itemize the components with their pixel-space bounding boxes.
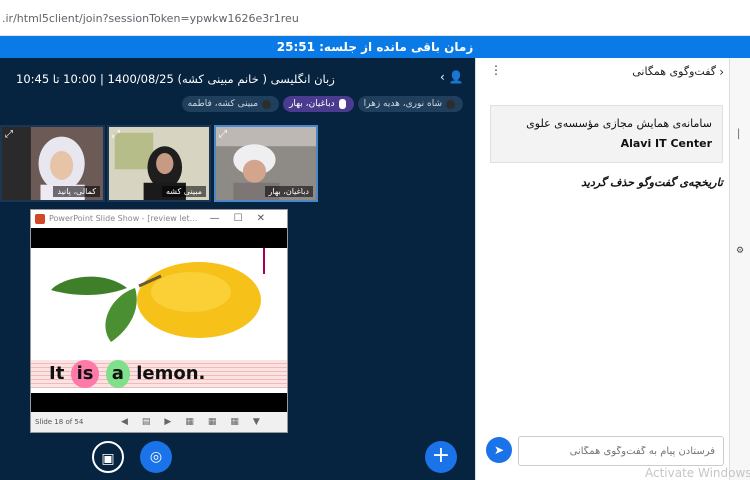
expand-icon[interactable]: ⤢ bbox=[5, 129, 13, 140]
presenter-pill-active[interactable]: دباغیان، بهار bbox=[283, 96, 354, 112]
presenter-pill[interactable]: شاه نوری، هدیه زهرا bbox=[357, 96, 463, 112]
presenter-name: دباغیان، بهار bbox=[289, 99, 335, 109]
send-button[interactable]: ➤ bbox=[486, 437, 512, 463]
slide-sentence: It is a lemon. bbox=[31, 360, 287, 388]
slide-word-a: a bbox=[105, 360, 130, 388]
expand-icon[interactable]: ⤢ bbox=[219, 129, 227, 140]
chat-cleared-notice: تاریخچه‌ی گفت‌وگو حذف گردید bbox=[581, 176, 723, 189]
participant-name: دباغیان، بهار bbox=[264, 186, 313, 197]
status-dot bbox=[262, 99, 272, 109]
chevron-left-icon[interactable]: ‹ bbox=[719, 58, 724, 86]
main-area: ‹ 👤 زبان انگلیسی ( خانم مبینی کشه) 1400/… bbox=[0, 58, 475, 480]
video-tile[interactable]: ⤢ دباغیان، بهار bbox=[214, 125, 318, 202]
kebab-menu-icon[interactable]: ⋮ bbox=[490, 63, 502, 77]
slide-bottom-band bbox=[31, 393, 287, 413]
status-dot bbox=[446, 99, 455, 109]
actions-plus-button[interactable]: + bbox=[425, 441, 457, 473]
browser-url-bar[interactable]: .ir/html5client/join?sessionToken=ypwkw1… bbox=[0, 0, 750, 36]
slide-nav-controls[interactable]: ◀▤▶▦▦▦▼ bbox=[121, 412, 274, 432]
send-icon: ➤ bbox=[493, 443, 505, 457]
welcome-english: Alavi IT Center bbox=[620, 136, 712, 150]
slide-word-is: is bbox=[70, 360, 100, 388]
chat-message-input[interactable] bbox=[518, 436, 724, 466]
activation-watermark: Activate Windows bbox=[645, 466, 750, 480]
strip-item[interactable]: │ bbox=[736, 130, 741, 140]
chat-welcome-message: سامانه‌ی همایش مجازی مؤسسه‌ی علوی Alavi … bbox=[490, 105, 723, 163]
url-text[interactable]: .ir/html5client/join?sessionToken=ypwkw1… bbox=[2, 12, 299, 25]
presenter-name: مبینی کشه، فاطمه bbox=[187, 99, 259, 109]
headphones-icon: ◎ bbox=[149, 449, 163, 465]
right-sidebar-strip: │ ⚙ bbox=[729, 58, 750, 480]
plus-icon: + bbox=[431, 443, 451, 468]
user-icon[interactable]: ‹ 👤 bbox=[440, 70, 464, 84]
presentation-window-title: PowerPoint Slide Show - [review let... bbox=[49, 214, 198, 223]
participant-name: مبینی کشه bbox=[162, 186, 206, 197]
powerpoint-icon bbox=[35, 214, 45, 224]
presenter-list: شاه نوری، هدیه زهرا دباغیان، بهار مبینی … bbox=[181, 96, 463, 112]
slide-counter: Slide 18 of 54 bbox=[35, 418, 84, 426]
slide-statusbar: Slide 18 of 54 ◀▤▶▦▦▦▼ bbox=[31, 412, 287, 432]
video-tile[interactable]: ⤢ کمالی، پانید bbox=[0, 125, 105, 202]
presenter-pill[interactable]: مبینی کشه، فاطمه bbox=[181, 96, 280, 112]
participant-name: کمالی، پانید bbox=[53, 186, 100, 197]
audio-button[interactable]: ◎ bbox=[140, 441, 172, 473]
video-tile[interactable]: ⤢ مبینی کشه bbox=[107, 125, 211, 202]
presentation-titlebar: PowerPoint Slide Show - [review let... —… bbox=[31, 210, 287, 228]
slide-word-it: It bbox=[49, 363, 65, 384]
expand-icon[interactable]: ⤢ bbox=[112, 129, 120, 140]
microphone-icon bbox=[338, 99, 346, 109]
session-title: زبان انگلیسی ( خانم مبینی کشه) 1400/08/2… bbox=[16, 72, 335, 86]
window-controls[interactable]: —☐✕ bbox=[210, 210, 279, 228]
chat-header[interactable]: ‹ گفت‌وگوی همگانی bbox=[476, 58, 730, 86]
gear-icon[interactable]: ⚙ bbox=[736, 246, 744, 256]
lemon-illustration bbox=[51, 248, 265, 342]
slide-word-lemon: lemon. bbox=[136, 363, 206, 384]
chat-title: گفت‌وگوی همگانی bbox=[632, 65, 716, 78]
presentation-window[interactable]: PowerPoint Slide Show - [review let... —… bbox=[30, 209, 288, 433]
public-chat-panel: ‹ گفت‌وگوی همگانی ⋮ سامانه‌ی همایش مجازی… bbox=[475, 58, 729, 480]
slide-content: It is a lemon. bbox=[31, 248, 287, 393]
presenter-name: شاه نوری، هدیه زهرا bbox=[363, 99, 442, 109]
welcome-persian: سامانه‌ی همایش مجازی مؤسسه‌ی علوی bbox=[526, 117, 712, 130]
slide-top-band bbox=[31, 228, 287, 248]
session-timer-bar: زمان باقی مانده از جلسه: 25:51 bbox=[0, 36, 750, 58]
camera-toggle-button[interactable]: ▣ bbox=[92, 441, 124, 473]
camera-off-icon: ▣ bbox=[101, 451, 115, 467]
